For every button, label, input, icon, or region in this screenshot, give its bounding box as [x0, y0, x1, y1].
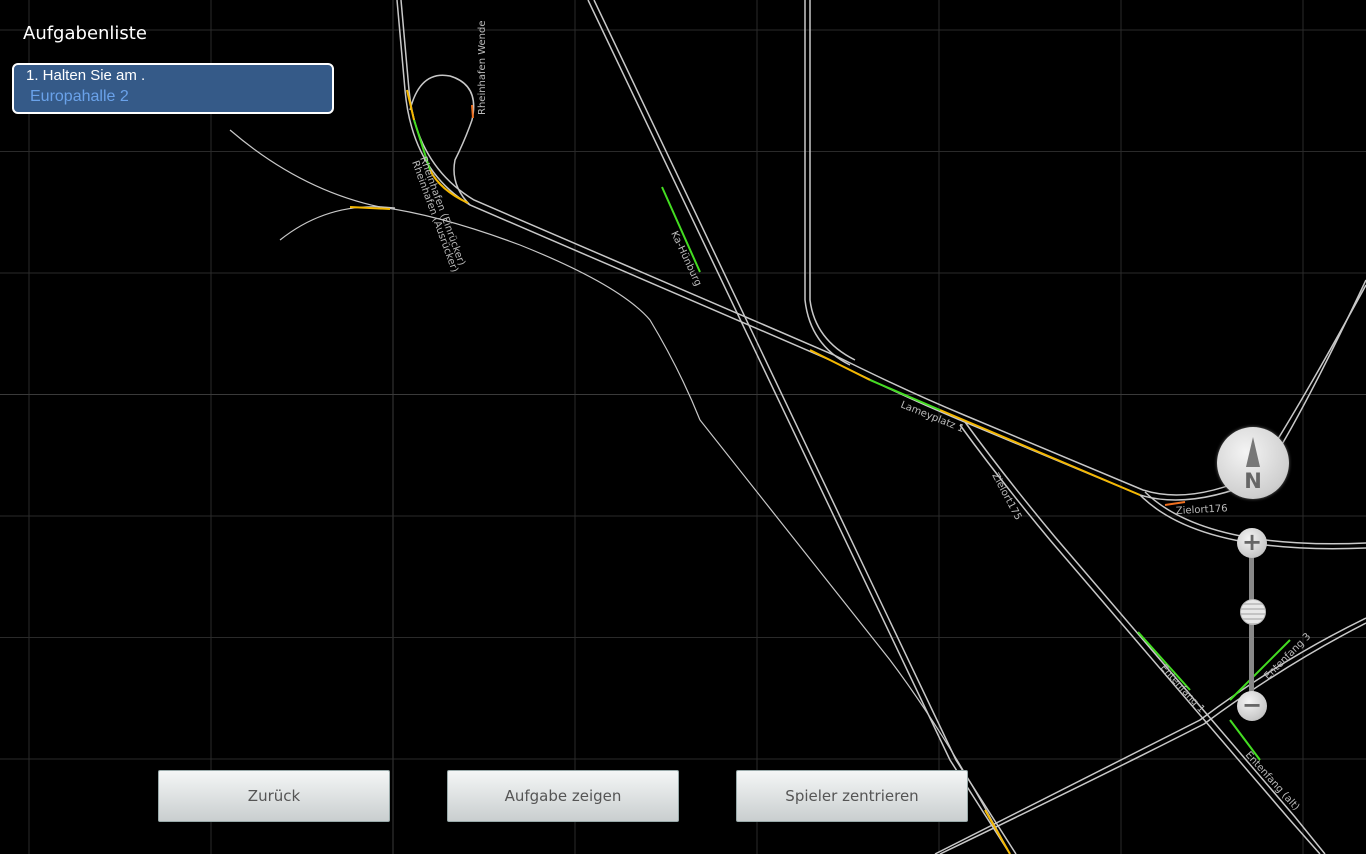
task-destination: Europahalle 2 [30, 88, 129, 105]
zoom-out-button[interactable]: − [1237, 691, 1267, 721]
task-item[interactable]: 1. Halten Sie am . Europahalle 2 [12, 63, 334, 114]
track-status-overlay [349, 89, 1291, 854]
compass-north-button[interactable]: N [1217, 427, 1289, 499]
show-task-button[interactable]: Aufgabe zeigen [447, 770, 679, 822]
label-zielort175: Zielort175 [989, 471, 1023, 522]
label-entenfang1: Entenfang 1 [1158, 663, 1207, 716]
map-grid [0, 0, 1366, 854]
zoom-in-button[interactable]: + [1237, 528, 1267, 558]
compass-label: N [1244, 469, 1262, 493]
task-list-title: Aufgabenliste [23, 23, 147, 44]
back-button[interactable]: Zurück [158, 770, 390, 822]
label-rheinhafen-wende: Rheinhafen Wende [477, 20, 488, 115]
center-player-button[interactable]: Spieler zentrieren [736, 770, 968, 822]
task-instruction: 1. Halten Sie am . [26, 67, 146, 84]
track-map[interactable]: Rheinhafen Wende Rheinhafen (Einrücker) … [0, 0, 1366, 854]
label-zielort176: Zielort176 [1176, 503, 1228, 517]
zoom-slider-thumb[interactable] [1240, 599, 1266, 625]
station-labels: Rheinhafen Wende Rheinhafen (Einrücker) … [409, 20, 1313, 812]
zoom-slider-track[interactable] [1249, 555, 1254, 695]
north-arrow-icon [1246, 437, 1260, 467]
tracks [229, 0, 1366, 854]
